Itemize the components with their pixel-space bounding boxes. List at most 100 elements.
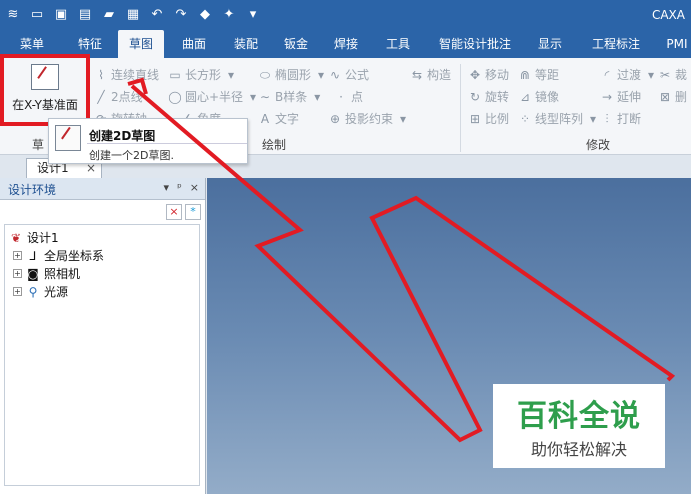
tab-engineering-annotation[interactable]: 工程标注 [584,30,648,58]
folder-icon[interactable]: ▰ [100,6,118,24]
panel-toolbar: × * [166,204,201,220]
wand-tool-icon[interactable]: * [185,204,201,220]
delete-button[interactable]: ⊠ 删 [658,88,687,105]
expand-icon[interactable]: + [13,287,22,296]
spline-icon: ∼ [259,89,271,104]
undo-icon[interactable]: ↶ [148,6,166,24]
circle-icon: ◯ [168,89,182,104]
pattern-icon: ⁘ [519,111,531,126]
formula-icon: ∿ [329,67,341,82]
rectangle-button[interactable]: ▭ 长方形 ▾ [168,66,238,83]
ellipse-button[interactable]: ⬭ 椭圆形 ▾ [258,66,328,83]
expand-icon[interactable]: + [13,251,22,260]
tooltip-divider [87,143,247,144]
design-environment-panel: 设计环境 ▾ ᵖ × × * ❦ 设计1 + ⅃ 全局坐标系 + ◙ 照相机 +… [0,178,206,494]
tab-assembly[interactable]: 装配 [224,30,268,58]
tab-display[interactable]: 显示 [530,30,570,58]
app-title: CAXA [651,8,685,22]
tree-item-camera[interactable]: + ◙ 照相机 [13,265,80,282]
mirror-icon: ⊿ [519,89,531,104]
app-menu-icon[interactable]: ≋ [4,6,22,24]
tab-surface[interactable]: 曲面 [172,30,216,58]
dropdown-icon[interactable]: ▾ [244,6,262,24]
camera-icon: ◙ [27,266,39,281]
new-icon[interactable]: ▭ [28,6,46,24]
ellipse-icon: ⬭ [259,67,271,82]
formula-button[interactable]: ∿ 公式 [328,66,369,83]
tab-smart-annotation[interactable]: 智能设计批注 [432,30,518,58]
pin-icon[interactable]: ᵖ [177,181,182,194]
trim-button[interactable]: ✂ 裁 [658,66,687,83]
scale-icon: ⊞ [469,111,481,126]
tab-tools[interactable]: 工具 [376,30,420,58]
move-button[interactable]: ✥ 移动 [468,66,509,83]
draw-group-label: 绘制 [262,138,287,152]
constraint-icon: ⊕ [329,111,341,126]
rotate-icon: ↻ [469,89,481,104]
tab-sheet-metal[interactable]: 钣金 [274,30,318,58]
point-button[interactable]: · 点 [334,88,363,105]
title-bar: ≋ ▭ ▣ ▤ ▰ ▦ ↶ ↷ ◆ ✦ ▾ CAXA [0,0,691,30]
scale-button[interactable]: ⊞ 比例 [468,110,509,127]
scissors-icon: ✂ [659,67,671,82]
break-icon: ⫶ [605,111,609,126]
save-icon[interactable]: ▦ [124,6,142,24]
offset-button[interactable]: ⋒ 等距 [518,66,559,83]
tab-pmi[interactable]: PMI [660,30,691,58]
panel-close-icon[interactable]: × [190,181,199,194]
fillet-button[interactable]: ◜ 过渡 ▾ [600,66,658,83]
render-icon[interactable]: ◆ [196,6,214,24]
panel-menu-icon[interactable]: ▾ [164,181,170,194]
tree-item-global-coords[interactable]: + ⅃ 全局坐标系 [13,247,104,264]
polyline-button[interactable]: ⌇ 连续直线 [94,66,159,83]
watermark-subtitle: 助你轻松解决 [530,440,627,459]
tree-root[interactable]: ❦ 设计1 [9,229,59,246]
tooltip-description: 创建一个2D草图. [89,149,174,162]
point-icon: · [339,89,343,104]
highlight-box [0,54,90,126]
extend-button[interactable]: → 延伸 [600,88,641,105]
tooltip-title: 创建2D草图 [89,129,156,143]
quick-access-toolbar: ≋ ▭ ▣ ▤ ▰ ▦ ↶ ↷ ◆ ✦ ▾ [4,6,262,24]
fillet-icon: ◜ [604,67,610,82]
open-icon[interactable]: ▣ [52,6,70,24]
mirror-button[interactable]: ⊿ 镜像 [518,88,559,105]
bspline-button[interactable]: ∼ B样条 ▾ [258,88,324,105]
tooltip: 创建2D草图 创建一个2D草图. [48,118,248,164]
panel-controls: ▾ ᵖ × [164,181,199,194]
polyline-icon: ⌇ [98,67,104,82]
panel-title: 设计环境 [8,183,57,197]
delete-icon: ⊠ [659,89,671,104]
wand-icon[interactable]: ✦ [220,6,238,24]
watermark: 百科全说 助你轻松解决 [493,384,665,468]
extend-icon: → [601,89,613,104]
light-icon: ⚲ [28,284,38,299]
group-separator [460,64,461,152]
break-button[interactable]: ⫶ 打断 [600,110,641,127]
watermark-title: 百科全说 [517,399,641,434]
line-icon: ╱ [97,89,105,104]
axis-icon: ⅃ [29,248,37,263]
tab-welding[interactable]: 焊接 [324,30,368,58]
design-tree: ❦ 设计1 + ⅃ 全局坐标系 + ◙ 照相机 + ⚲ 光源 [4,224,200,486]
panel-header: 设计环境 ▾ ᵖ × [0,178,205,200]
circle-center-radius-button[interactable]: ◯ 圆心+半径 ▾ [168,88,260,105]
tree-item-light[interactable]: + ⚲ 光源 [13,283,68,300]
save-as-icon[interactable]: ▤ [76,6,94,24]
expand-icon[interactable]: + [13,269,22,278]
offset-icon: ⋒ [519,67,531,82]
construct-button[interactable]: ⇆ 构造 [410,66,451,83]
two-point-line-button[interactable]: ╱ 2点线 [94,88,142,105]
redo-icon[interactable]: ↷ [172,6,190,24]
projection-constraint-button[interactable]: ⊕ 投影约束 ▾ [328,110,410,127]
modify-group-label: 修改 [586,138,611,152]
clear-icon[interactable]: × [166,204,182,220]
rotate-button[interactable]: ↻ 旋转 [468,88,509,105]
linear-pattern-button[interactable]: ⁘ 线型阵列 ▾ [518,110,600,127]
design-icon: ❦ [10,230,22,245]
tab-sketch[interactable]: 草图 [118,30,164,58]
construct-icon: ⇆ [411,67,423,82]
create-sketch-icon [55,125,81,151]
text-button[interactable]: A 文字 [258,110,299,127]
rectangle-icon: ▭ [169,67,181,82]
